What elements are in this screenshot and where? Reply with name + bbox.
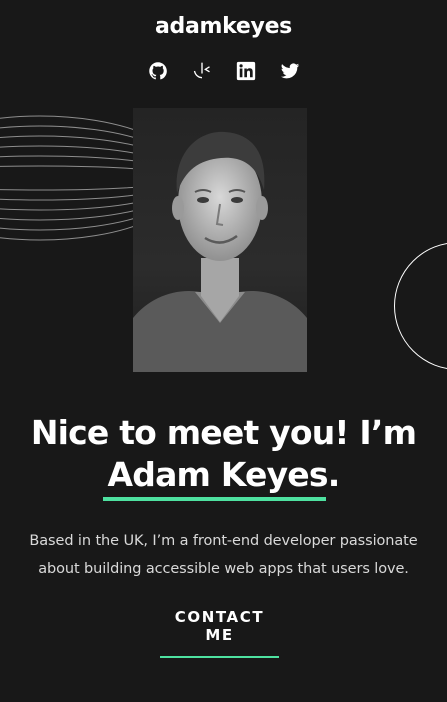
portfolio-page: adamkeyes Nice to meet you! I’m Adam Key… [0, 0, 447, 702]
hero-heading: Nice to meet you! I’m Adam Keyes. [0, 412, 447, 496]
decorative-circle [394, 242, 447, 370]
frontend-mentor-icon[interactable] [191, 60, 213, 82]
contact-me-button[interactable]: CONTACT ME [160, 608, 279, 658]
intro-line-2: about building accessible web apps that … [38, 561, 409, 577]
name-underline [103, 497, 326, 501]
hero-name: Adam Keyes. [107, 455, 341, 494]
social-links [0, 60, 447, 82]
hero-greeting: Nice to meet you! I’m [30, 413, 417, 452]
twitter-icon[interactable] [279, 60, 301, 82]
brand-logo[interactable]: adamkeyes [0, 14, 447, 39]
intro-line-1: Based in the UK, I’m a front-end develop… [29, 533, 418, 549]
linkedin-icon[interactable] [235, 60, 257, 82]
profile-photo [133, 108, 307, 372]
github-icon[interactable] [147, 60, 169, 82]
hero-intro: Based in the UK, I’m a front-end develop… [0, 527, 447, 583]
